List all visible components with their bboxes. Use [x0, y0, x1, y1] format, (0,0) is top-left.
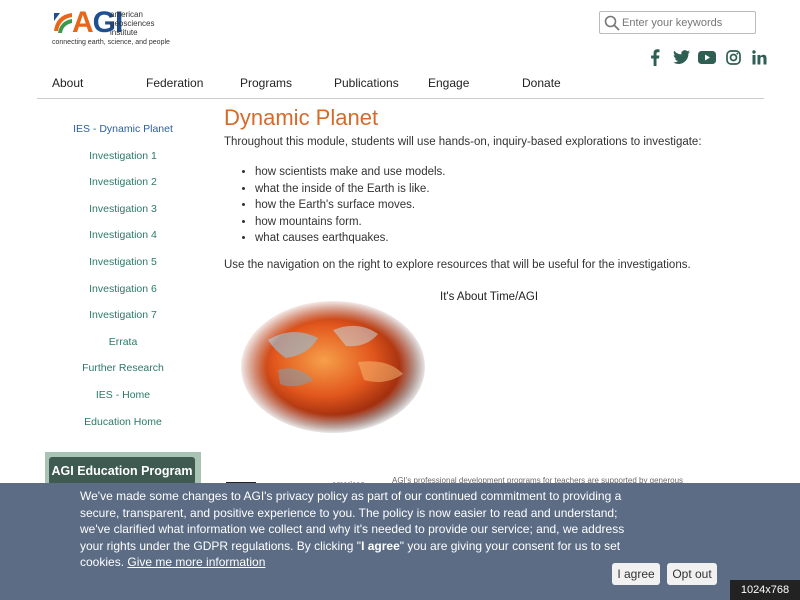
sidebar-item-further-research[interactable]: Further Research: [45, 357, 201, 384]
instagram-icon[interactable]: [724, 48, 742, 66]
nav-item-engage[interactable]: Engage: [413, 70, 507, 98]
linkedin-icon[interactable]: [750, 48, 768, 66]
sidebar-nav: IES - Dynamic Planet Investigation 1 Inv…: [45, 118, 201, 437]
logo-swoosh-icon: [54, 13, 72, 33]
cookie-message-emphasis: I agree: [361, 538, 400, 553]
main-nav: About Federation Programs Publications E…: [37, 70, 764, 99]
main-content: Dynamic Planet Throughout this module, s…: [224, 104, 764, 273]
agree-button[interactable]: I agree: [612, 563, 660, 585]
logo-tagline: connecting earth, science, and people: [52, 39, 170, 46]
sidebar-item-investigation-3[interactable]: Investigation 3: [45, 198, 201, 225]
opt-out-button[interactable]: Opt out: [667, 563, 717, 585]
nav-item-publications[interactable]: Publications: [319, 70, 413, 98]
investigation-list: how scientists make and use models. what…: [255, 164, 764, 247]
sidebar-item-investigation-6[interactable]: Investigation 6: [45, 278, 201, 305]
logo-org-name: american geosciences institute: [110, 10, 155, 37]
sidebar-item-investigation-4[interactable]: Investigation 4: [45, 224, 201, 251]
cookie-message: We've made some changes to AGI's privacy…: [80, 488, 640, 571]
sidebar-item-investigation-7[interactable]: Investigation 7: [45, 304, 201, 331]
dynamic-planet-image: [238, 300, 428, 435]
sidebar-item-ies-home[interactable]: IES - Home: [45, 384, 201, 411]
cookie-consent-banner: We've made some changes to AGI's privacy…: [0, 483, 800, 600]
list-item: what causes earthquakes.: [255, 230, 764, 247]
agi-logo[interactable]: AGI american geosciences institute conne…: [52, 8, 182, 50]
search-icon[interactable]: [603, 14, 621, 32]
nav-item-donate[interactable]: Donate: [507, 70, 601, 98]
list-item: how the Earth's surface moves.: [255, 197, 764, 214]
youtube-icon[interactable]: [698, 48, 716, 66]
nav-item-federation[interactable]: Federation: [131, 70, 225, 98]
sidebar-item-investigation-1[interactable]: Investigation 1: [45, 145, 201, 172]
page-title: Dynamic Planet: [224, 105, 379, 130]
list-item: how mountains form.: [255, 214, 764, 231]
viewport-size-badge: 1024x768: [730, 580, 800, 600]
sidebar-item-errata[interactable]: Errata: [45, 331, 201, 358]
sidebar-item-investigation-2[interactable]: Investigation 2: [45, 171, 201, 198]
list-item: what the inside of the Earth is like.: [255, 181, 764, 198]
navigation-note: Use the navigation on the right to explo…: [224, 258, 691, 271]
search-box: [599, 11, 756, 34]
site-header: AGI american geosciences institute conne…: [0, 0, 800, 70]
sidebar-item-ies-dynamic-planet[interactable]: IES - Dynamic Planet: [45, 118, 201, 145]
sidebar-item-investigation-5[interactable]: Investigation 5: [45, 251, 201, 278]
search-input[interactable]: [622, 14, 752, 32]
social-links: [646, 47, 768, 67]
education-program-button[interactable]: AGI Education Program: [49, 457, 195, 485]
image-caption: It's About Time/AGI: [440, 291, 539, 303]
sidebar-item-education-home[interactable]: Education Home: [45, 411, 201, 438]
facebook-icon[interactable]: [646, 48, 664, 66]
nav-item-about[interactable]: About: [37, 70, 131, 98]
nav-item-programs[interactable]: Programs: [225, 70, 319, 98]
more-information-link[interactable]: Give me more information: [127, 555, 265, 569]
intro-text: Throughout this module, students will us…: [224, 136, 702, 148]
list-item: how scientists make and use models.: [255, 164, 764, 181]
twitter-icon[interactable]: [672, 48, 690, 66]
